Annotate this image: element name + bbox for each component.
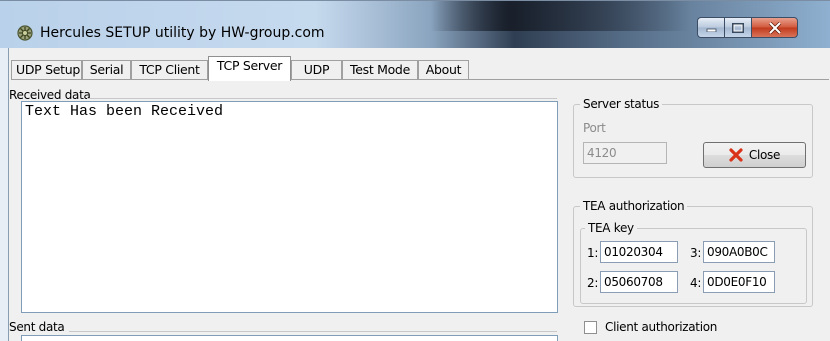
hercules-app-icon — [17, 25, 33, 41]
tab-about[interactable]: About — [418, 60, 469, 80]
tea-key-1-label: 1: — [587, 246, 599, 260]
received-data-label: Received data — [9, 88, 91, 102]
sent-data-rule — [69, 331, 557, 332]
tab-udp-setup[interactable]: UDP Setup — [11, 60, 82, 80]
tab-tcp-server[interactable]: TCP Server — [208, 56, 291, 81]
port-field[interactable]: 4120 — [583, 142, 667, 164]
window-controls — [697, 17, 798, 39]
sent-data-textarea[interactable] — [21, 335, 558, 341]
close-button[interactable]: Close — [703, 142, 806, 168]
close-icon — [768, 21, 781, 34]
client-authorization-label: Client authorization — [605, 320, 718, 334]
tea-key-title: TEA key — [585, 221, 637, 235]
tea-key-2-field[interactable]: 05060708 — [600, 271, 678, 293]
port-label: Port — [583, 121, 606, 135]
tea-key-4-label: 4: — [690, 276, 702, 290]
tea-key-2-label: 2: — [587, 276, 599, 290]
maximize-button[interactable] — [724, 17, 751, 38]
client-authorization-checkbox[interactable] — [584, 321, 597, 334]
close-button-label: Close — [748, 148, 781, 162]
tea-key-4-field[interactable]: 0D0E0F10 — [703, 271, 775, 293]
tab-serial[interactable]: Serial — [82, 60, 131, 80]
close-x-icon — [729, 148, 743, 162]
minimize-icon — [706, 28, 716, 32]
tea-key-3-field[interactable]: 090A0B0C — [703, 241, 775, 263]
tea-key-3-label: 3: — [690, 246, 702, 260]
window-title: Hercules SETUP utility by HW-group.com — [40, 25, 325, 41]
tab-divider — [11, 79, 829, 80]
title-bar-background — [430, 1, 690, 31]
tea-key-1-field[interactable]: 01020304 — [600, 241, 678, 263]
tab-tcp-client[interactable]: TCP Client — [131, 60, 208, 80]
sent-data-label: Sent data — [9, 320, 65, 334]
tab-udp[interactable]: UDP — [291, 60, 342, 80]
server-status-title: Server status — [580, 97, 663, 111]
minimize-button[interactable] — [697, 17, 724, 38]
tab-test-mode[interactable]: Test Mode — [342, 60, 418, 80]
close-window-button[interactable] — [751, 17, 798, 38]
tea-key-group: TEA key 1: 01020304 3: 090A0B0C 2: 05060… — [580, 221, 807, 304]
title-bar[interactable]: Hercules SETUP utility by HW-group.com — [0, 0, 830, 48]
maximize-icon — [732, 22, 744, 33]
received-data-text: Text Has been Received — [25, 103, 224, 120]
received-data-rule — [87, 98, 557, 99]
received-data-textarea[interactable]: Text Has been Received — [21, 101, 558, 313]
client-area: UDP Setup Serial TCP Client TCP Server U… — [8, 48, 830, 341]
tea-authorization-title: TEA authorization — [580, 199, 688, 213]
tea-authorization-group: TEA authorization TEA key 1: 01020304 3:… — [573, 199, 813, 307]
server-status-group: Server status Port 4120 Close — [573, 97, 813, 178]
